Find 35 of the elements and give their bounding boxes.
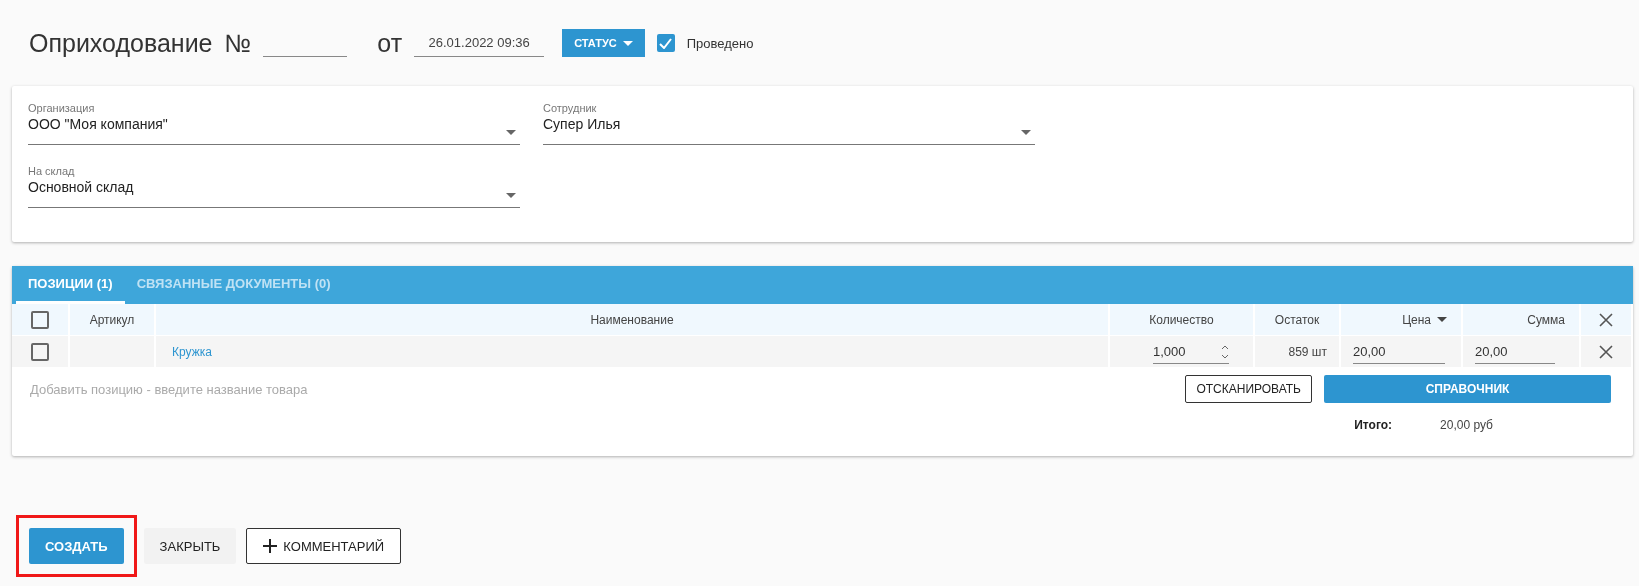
price-field[interactable]: 20,00 <box>1353 339 1445 364</box>
column-header: Артикул <box>89 312 135 327</box>
sum-field[interactable]: 20,00 <box>1475 339 1555 364</box>
row-checkbox[interactable] <box>31 342 49 361</box>
caret-icon <box>622 40 633 46</box>
posted-label: Проведено <box>686 35 754 51</box>
quantity-field[interactable]: 1,000 <box>1153 339 1229 364</box>
number-sign: № <box>224 28 252 58</box>
select-field[interactable]: На склад Основной склад <box>28 165 520 208</box>
total-value: 20,00 руб <box>1440 418 1493 432</box>
document-title: Оприходование <box>29 28 213 58</box>
close-icon[interactable] <box>1599 344 1613 359</box>
column-header: Наименование <box>590 312 674 327</box>
comment-button[interactable]: КОММЕНТАРИЙ <box>246 528 402 564</box>
column-header: Остаток <box>1274 312 1320 327</box>
column-header: Количество <box>1149 312 1214 327</box>
close-icon[interactable] <box>1599 312 1613 327</box>
caret-icon <box>506 193 516 198</box>
scan-button[interactable]: ОТСКАНИРОВАТЬ <box>1185 375 1312 403</box>
select-field[interactable]: Сотрудник Супер Илья <box>543 102 1035 145</box>
column-header[interactable]: Цена <box>1402 312 1431 327</box>
date-field[interactable]: 26.01.2022 09:36 <box>414 29 545 57</box>
close-button[interactable]: ЗАКРЫТЬ <box>143 528 237 564</box>
total-label: Итого: <box>1354 418 1393 432</box>
select-all-checkbox[interactable] <box>31 310 49 329</box>
posted-checkbox[interactable] <box>656 34 675 52</box>
plus-icon <box>263 539 278 553</box>
date-label: от <box>377 28 403 58</box>
sort-icon <box>1437 317 1447 322</box>
table-cell: 859 шт <box>1255 336 1339 367</box>
column-header: Сумма <box>1527 312 1565 327</box>
caret-icon <box>1021 130 1031 135</box>
caret-icon <box>506 130 516 135</box>
select-field[interactable]: Организация ООО "Моя компания" <box>28 102 520 145</box>
stepper-icon[interactable] <box>1221 344 1229 359</box>
